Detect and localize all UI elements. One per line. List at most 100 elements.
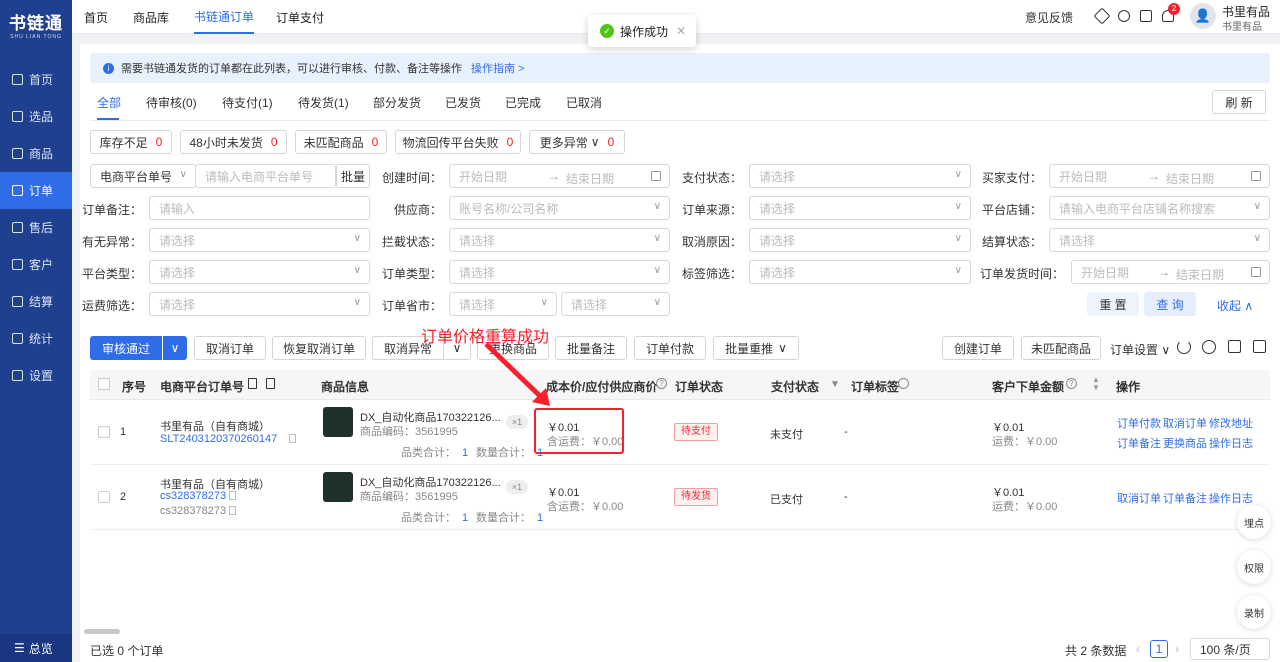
copy-icon[interactable] [229, 506, 236, 515]
topnav-order-payment[interactable]: 订单支付 [276, 0, 324, 34]
abnormal-select[interactable]: 请选择 ∨ [149, 228, 370, 252]
ship-time-range[interactable]: 开始日期 → 结束日期 [1071, 260, 1270, 284]
headset-icon[interactable] [1118, 10, 1130, 22]
sidebar-item-settlement[interactable]: 结算 [0, 283, 72, 320]
next-page-button[interactable]: › [1175, 642, 1179, 656]
guide-link[interactable]: 操作指南 > [471, 60, 524, 76]
settle-select[interactable]: 请选择 ∨ [1049, 228, 1270, 252]
tag-filter-select[interactable]: 请选择 ∨ [749, 260, 971, 284]
export-icon[interactable] [1228, 340, 1241, 353]
tab-partial-shipped[interactable]: 部分发货 [373, 94, 421, 118]
batch-push-button[interactable]: 批量重推 ∨ [713, 336, 799, 360]
page-size-select[interactable]: 100 条/页 [1190, 638, 1270, 660]
restore-order-button[interactable]: 恢复取消订单 [272, 336, 366, 360]
tab-completed[interactable]: 已完成 [505, 94, 541, 118]
tab-pending-payment[interactable]: 待支付(1) [222, 94, 273, 118]
batch-remark-button[interactable]: 批量备注 [555, 336, 627, 360]
intercept-select[interactable]: 请选择 ∨ [449, 228, 670, 252]
op-log-link[interactable]: 操作日志 [1209, 490, 1253, 506]
op-cancel-link[interactable]: 取消订单 [1163, 415, 1207, 431]
op-log-link[interactable]: 操作日志 [1209, 435, 1253, 451]
sort-icon[interactable]: ▲ ▼ [1092, 376, 1100, 392]
platform-type-select[interactable]: 请选择 ∨ [149, 260, 370, 284]
sidebar-item-settings[interactable]: 设置 [0, 357, 72, 394]
collapse-filters-link[interactable]: 收起 ∧ [1217, 297, 1253, 314]
shop-select[interactable]: 请输入电商平台店铺名称搜索 ∨ [1049, 196, 1270, 220]
select-all-checkbox[interactable] [98, 378, 110, 390]
order-type-select[interactable]: 请选择 ∨ [449, 260, 670, 284]
copy-icon[interactable] [289, 434, 296, 443]
order-no-type-select[interactable]: 电商平台单号 ∨ [90, 164, 196, 188]
sidebar-item-products[interactable]: 商品 [0, 135, 72, 172]
sidebar-item-home[interactable]: 首页 [0, 61, 72, 98]
chip-more-abnormal[interactable]: 更多异常 ∨ 0 [529, 130, 625, 154]
order-no-link[interactable]: cs328378273 [160, 490, 226, 502]
gear-icon[interactable] [1202, 340, 1216, 354]
row-checkbox[interactable] [98, 491, 110, 503]
op-edit-address-link[interactable]: 修改地址 [1209, 415, 1253, 431]
tab-all[interactable]: 全部 [97, 94, 121, 118]
query-button[interactable]: 查 询 [1144, 292, 1196, 316]
create-time-range[interactable]: 开始日期 → 结束日期 [449, 164, 670, 188]
horizontal-scrollbar[interactable] [84, 629, 120, 634]
cancel-reason-select[interactable]: 请选择 ∨ [749, 228, 971, 252]
copy-all-icon[interactable] [266, 378, 275, 389]
remark-input[interactable]: 请输入 [149, 196, 370, 220]
tab-cancelled[interactable]: 已取消 [566, 94, 602, 118]
copy-icon[interactable] [229, 491, 236, 500]
op-replace-link[interactable]: 更换商品 [1163, 435, 1207, 451]
tag-settings-icon[interactable] [898, 378, 909, 389]
source-select[interactable]: 请选择 ∨ [749, 196, 971, 220]
freight-select[interactable]: 请选择 ∨ [149, 292, 370, 316]
sidebar-item-aftersale[interactable]: 售后 [0, 209, 72, 246]
chip-48h-unshipped[interactable]: 48小时未发货 0 [180, 130, 287, 154]
reset-button[interactable]: 重 置 [1087, 292, 1139, 316]
prev-page-button[interactable]: ‹ [1136, 642, 1140, 656]
topnav-shulian-orders[interactable]: 书链通订单 [194, 0, 255, 34]
product-thumbnail[interactable] [323, 407, 353, 437]
tracking-float-button[interactable]: 埋点 [1237, 505, 1271, 539]
refresh-button[interactable]: 刷 新 [1212, 90, 1266, 114]
refresh-icon[interactable] [1177, 340, 1191, 354]
supplier-select[interactable]: 账号名称/公司名称 ∨ [449, 196, 670, 220]
op-cancel-link[interactable]: 取消订单 [1117, 490, 1161, 506]
copy-icon[interactable] [248, 378, 257, 389]
pay-status-select[interactable]: 请选择 ∨ [749, 164, 971, 188]
city-select[interactable]: 请选择 ∨ [561, 292, 670, 316]
topnav-home[interactable]: 首页 [84, 0, 108, 34]
avatar[interactable]: 👤 [1190, 3, 1216, 29]
expand-icon[interactable] [1253, 340, 1266, 353]
filter-icon[interactable]: ▼ [830, 379, 840, 390]
sidebar-item-selection[interactable]: 选品 [0, 98, 72, 135]
tab-pending-shipment[interactable]: 待发货(1) [298, 94, 349, 118]
page-current[interactable]: 1 [1150, 640, 1168, 658]
chip-low-stock[interactable]: 库存不足 0 [90, 130, 172, 154]
buyer-pay-range[interactable]: 开始日期 → 结束日期 [1049, 164, 1270, 188]
feedback-link[interactable]: 意见反馈 [1025, 0, 1073, 34]
approve-button[interactable]: 审核通过 [90, 336, 162, 360]
order-pay-button[interactable]: 订单付款 [634, 336, 706, 360]
topnav-product-library[interactable]: 商品库 [133, 0, 169, 34]
product-thumbnail[interactable] [323, 472, 353, 502]
tab-pending-review[interactable]: 待审核(0) [146, 94, 197, 118]
province-select[interactable]: 请选择 ∨ [449, 292, 557, 316]
chip-logistics-failed[interactable]: 物流回传平台失败 0 [395, 130, 521, 154]
sidebar-overview-toggle[interactable]: ☰ 总览 [0, 634, 72, 662]
sidebar-item-stats[interactable]: 统计 [0, 320, 72, 357]
permission-float-button[interactable]: 权限 [1237, 550, 1271, 584]
cancel-order-button[interactable]: 取消订单 [194, 336, 266, 360]
tab-shipped[interactable]: 已发货 [445, 94, 481, 118]
row-checkbox[interactable] [98, 426, 110, 438]
help-icon[interactable]: ? [1066, 378, 1077, 389]
record-float-button[interactable]: 录制 [1237, 595, 1271, 629]
op-pay-link[interactable]: 订单付款 [1117, 415, 1161, 431]
order-no-input[interactable]: 请输入电商平台单号 [195, 164, 336, 188]
close-icon[interactable]: ✕ [676, 24, 686, 38]
sidebar-item-customers[interactable]: 客户 [0, 246, 72, 283]
op-remark-link[interactable]: 订单备注 [1117, 435, 1161, 451]
help-icon[interactable]: ? [656, 378, 667, 389]
batch-button[interactable]: 批量 [336, 164, 370, 188]
op-remark-link[interactable]: 订单备注 [1163, 490, 1207, 506]
document-icon[interactable] [1140, 10, 1152, 22]
approve-dropdown-button[interactable]: ∨ [163, 336, 187, 360]
